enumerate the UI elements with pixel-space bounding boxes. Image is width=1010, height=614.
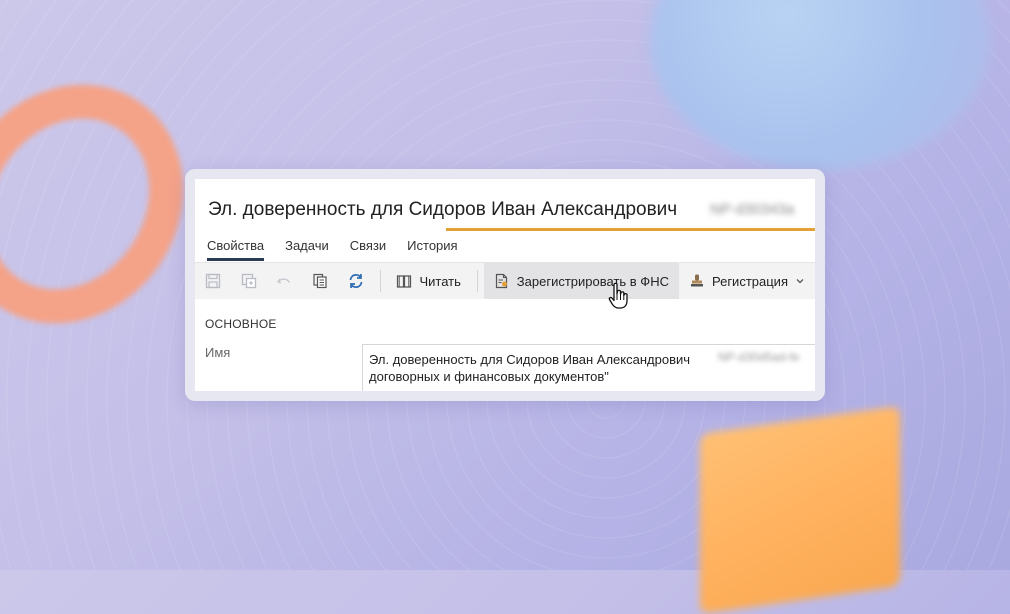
save-icon	[205, 273, 221, 289]
name-field-label: Имя	[205, 345, 231, 360]
tab-tasks[interactable]: Задачи	[285, 236, 329, 261]
screenshot-card: Эл. доверенность для Сидоров Иван Алекса…	[185, 169, 825, 401]
save-button[interactable]	[195, 263, 231, 299]
tab-history[interactable]: История	[407, 236, 457, 261]
registration-dropdown[interactable]: Регистрация	[679, 263, 815, 299]
name-value-line-2: договорных и финансовых документов"	[369, 369, 609, 384]
undo-icon	[276, 273, 292, 289]
copy-button[interactable]	[302, 263, 338, 299]
name-field[interactable]: Эл. доверенность для Сидоров Иван Алекса…	[362, 344, 815, 391]
name-field-value: Эл. доверенность для Сидоров Иван Алекса…	[369, 351, 690, 385]
chevron-down-icon	[795, 276, 805, 286]
stamp-icon	[689, 273, 705, 289]
tab-links[interactable]: Связи	[350, 236, 386, 261]
accent-line	[446, 228, 815, 231]
registration-label: Регистрация	[711, 273, 788, 289]
copy-icon	[312, 273, 328, 289]
save-as-button[interactable]	[231, 263, 267, 299]
refresh-icon	[347, 272, 365, 290]
page-title: Эл. доверенность для Сидоров Иван Алекса…	[208, 199, 678, 220]
tab-properties[interactable]: Свойства	[207, 236, 265, 261]
decorative-orange-cube	[700, 405, 900, 614]
read-button-label: Читать	[419, 273, 461, 289]
undo-button[interactable]	[266, 263, 302, 299]
name-value-line-1: Эл. доверенность для Сидоров Иван Алекса…	[369, 352, 691, 367]
section-title: ОСНОВНОЕ	[205, 317, 277, 331]
toolbar-separator	[476, 270, 478, 292]
name-field-blurred-text: NP-d30d5ad-fe	[718, 350, 800, 364]
register-fns-label: Зарегистрировать в ФНС	[516, 273, 669, 289]
register-fns-button[interactable]: Зарегистрировать в ФНС	[483, 263, 679, 299]
document-number-blurred: NP-d30343a	[710, 201, 795, 218]
hand-pointer-cursor-icon	[608, 282, 630, 310]
read-button[interactable]: Читать	[386, 263, 470, 299]
book-icon	[396, 273, 412, 289]
tab-bar: Свойства Задачи Связи История	[207, 236, 479, 261]
toolbar: Читать Зарегистрировать в ФНС Регистраци…	[195, 263, 815, 299]
save-as-icon	[241, 273, 257, 289]
toolbar-separator	[379, 270, 381, 292]
refresh-button[interactable]	[338, 263, 374, 299]
document-window: Эл. доверенность для Сидоров Иван Алекса…	[195, 179, 815, 391]
document-sign-icon	[494, 273, 510, 289]
